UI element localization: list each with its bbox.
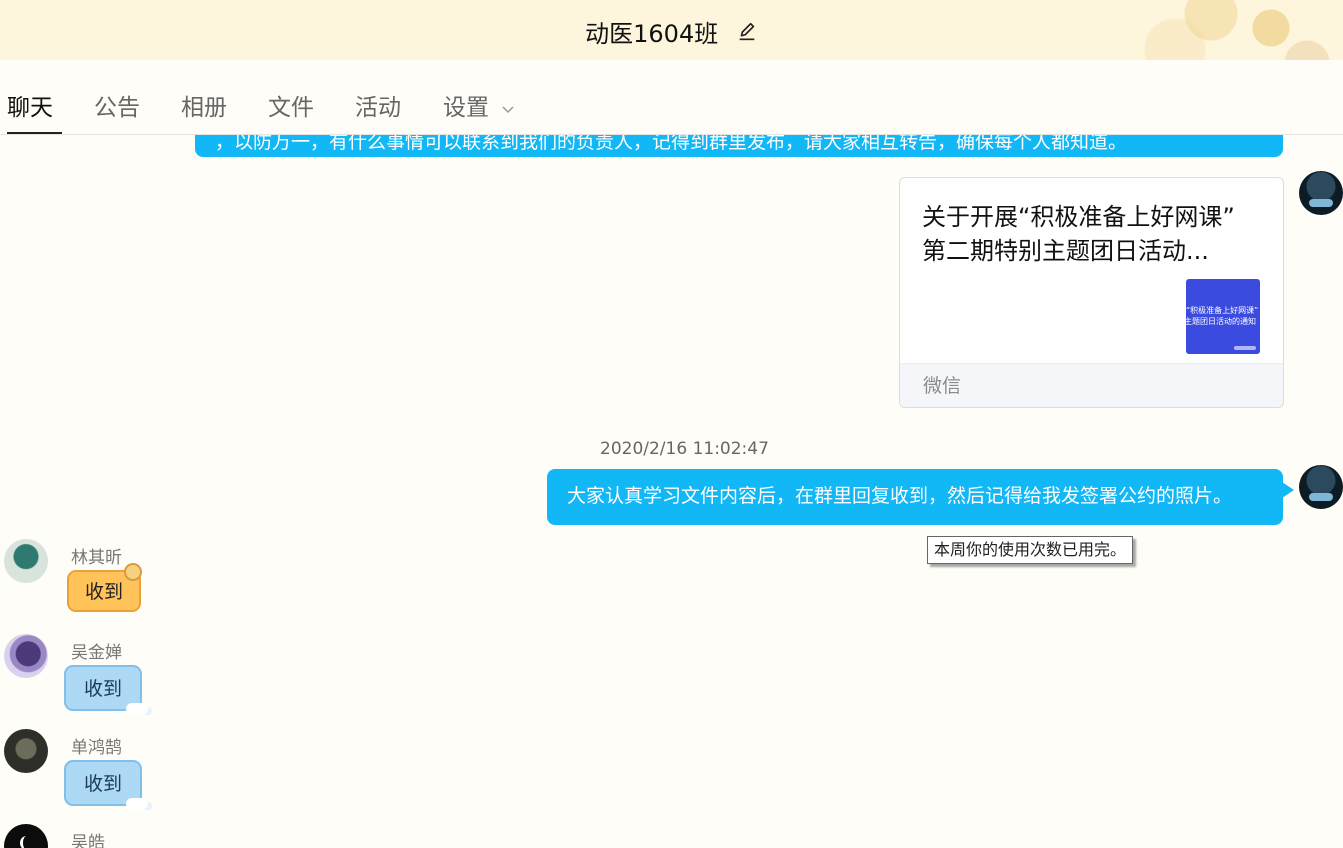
member-name: 单鸿鹄: [71, 738, 122, 758]
member-name: 林其昕: [71, 548, 122, 568]
reply-bubble[interactable]: 收到: [64, 665, 148, 715]
reply-bubble[interactable]: 收到: [64, 760, 148, 810]
chat-area[interactable]: ，以防万一，有什么事情可以联系到我们的负责人，记得到群里发布，请大家相互转告，确…: [0, 135, 1343, 848]
group-title-row: 动医1604班: [0, 14, 1343, 49]
tab-album[interactable]: 相册: [181, 88, 227, 134]
avatar[interactable]: [4, 729, 48, 773]
tab-settings-label: 设置: [443, 95, 489, 121]
wechat-logo-icon: [1234, 346, 1256, 350]
member-name: 吴皓: [71, 833, 105, 848]
tab-announcements[interactable]: 公告: [94, 88, 140, 134]
pencil-icon[interactable]: [736, 21, 758, 43]
tab-files[interactable]: 文件: [268, 88, 314, 134]
card-title: 关于开展“积极准备上好网课” 第二期特别主题团日活动...: [922, 203, 1235, 265]
message-bubble[interactable]: 大家认真学习文件内容后，在群里回复收到，然后记得给我发签署公约的照片。: [547, 469, 1283, 525]
message-text: ，以防万一，有什么事情可以联系到我们的负责人，记得到群里发布，请大家相互转告，确…: [215, 135, 1128, 153]
thumbnail-caption-line2: 主题团日活动的通知: [1186, 317, 1256, 326]
member-name: 吴金婵: [71, 643, 122, 663]
avatar[interactable]: [4, 539, 48, 583]
message-timestamp: 2020/2/16 11:02:47: [600, 439, 769, 459]
avatar[interactable]: [4, 824, 48, 848]
shared-article-card[interactable]: 关于开展“积极准备上好网课” 第二期特别主题团日活动... “积极准备上好网课”…: [899, 177, 1284, 408]
bubble-tail: [1282, 482, 1294, 498]
message-bubble-partial[interactable]: ，以防万一，有什么事情可以联系到我们的负责人，记得到群里发布，请大家相互转告，确…: [195, 135, 1283, 157]
tab-chat[interactable]: 聊天: [7, 88, 62, 134]
avatar[interactable]: [1299, 171, 1343, 215]
usage-limit-tooltip: 本周你的使用次数已用完。: [927, 536, 1134, 564]
chevron-down-icon: [502, 105, 514, 113]
cat-sticker-icon: [124, 563, 142, 581]
tab-bar: 聊天 公告 相册 文件 活动 设置: [0, 60, 1343, 135]
group-title: 动医1604班: [585, 20, 719, 48]
avatar[interactable]: [1299, 465, 1343, 509]
tab-settings[interactable]: 设置: [443, 88, 514, 134]
tab-activities[interactable]: 活动: [355, 88, 401, 134]
thumbnail-caption-line1: “积极准备上好网课”: [1186, 306, 1259, 315]
message-text: 大家认真学习文件内容后，在群里回复收到，然后记得给我发签署公约的照片。: [567, 485, 1233, 507]
title-bar: 动医1604班: [0, 0, 1343, 140]
card-thumbnail: “积极准备上好网课” 主题团日活动的通知: [1186, 279, 1260, 354]
card-source: 微信: [900, 363, 1283, 407]
avatar[interactable]: [4, 634, 48, 678]
